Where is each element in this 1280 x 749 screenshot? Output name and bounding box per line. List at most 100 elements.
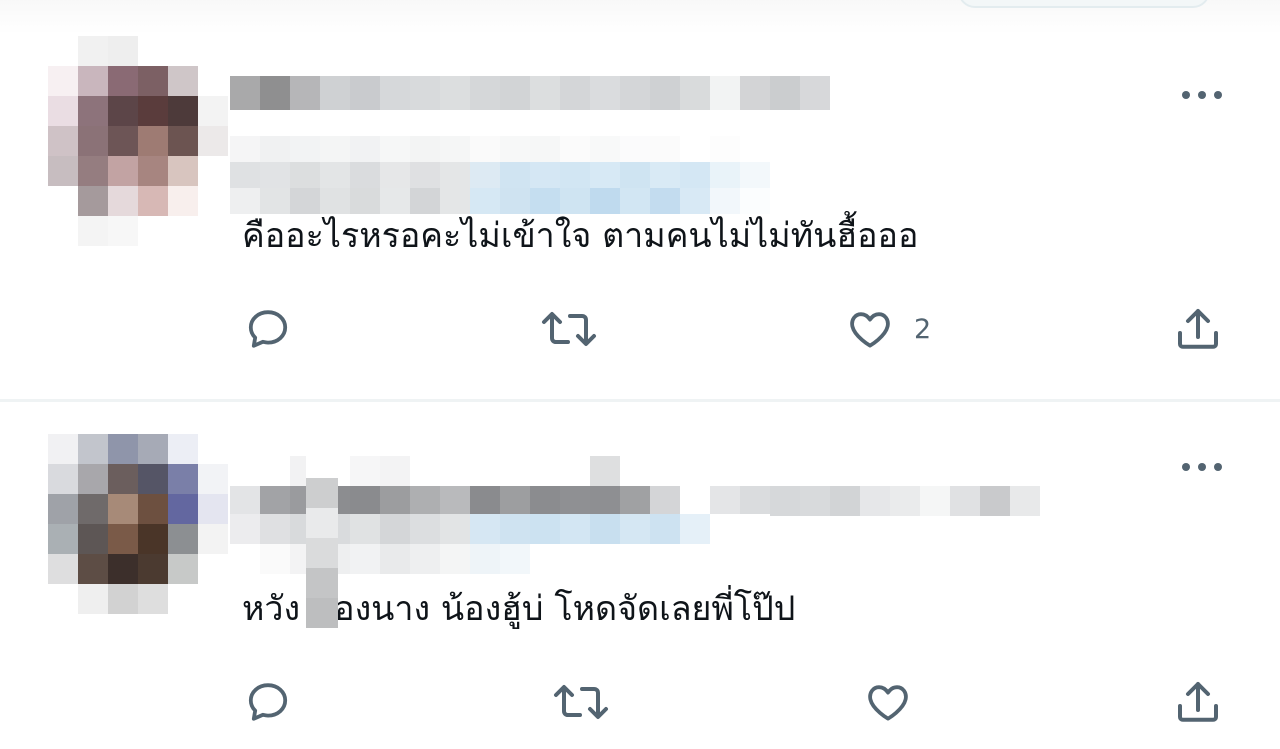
more-options-button[interactable]	[1178, 452, 1226, 482]
mosaic-cell	[860, 456, 890, 486]
mosaic-cell	[168, 216, 198, 246]
mosaic-cell	[440, 136, 470, 162]
mosaic-cell	[230, 514, 260, 544]
mosaic-cell	[230, 162, 260, 188]
mosaic-cell	[260, 456, 290, 486]
mosaic-cell	[560, 162, 590, 188]
mosaic-cell	[138, 96, 168, 126]
mosaic-cell	[260, 76, 290, 110]
mosaic-cell	[380, 544, 410, 574]
mosaic-cell	[78, 584, 108, 614]
mosaic-cell	[78, 36, 108, 66]
mosaic-cell	[650, 162, 680, 188]
mosaic-cell	[440, 544, 470, 574]
like-button[interactable]: 2	[846, 299, 931, 359]
mosaic-cell	[680, 136, 710, 162]
mosaic-cell	[650, 188, 680, 214]
mosaic-cell	[710, 514, 740, 544]
mosaic-cell	[320, 76, 350, 110]
mosaic-cell	[440, 486, 470, 516]
tweet-separator	[0, 399, 1280, 402]
mosaic-cell	[440, 188, 470, 214]
mosaic-cell	[650, 514, 680, 544]
reply-button[interactable]	[244, 672, 292, 732]
mosaic-cell	[680, 162, 710, 188]
mosaic-cell	[590, 544, 620, 574]
mosaic-cell	[470, 136, 500, 162]
mosaic-cell	[710, 162, 740, 188]
mosaic-cell	[108, 36, 138, 66]
mosaic-cell	[138, 494, 168, 524]
retweet-button[interactable]	[538, 299, 600, 359]
mosaic-cell	[48, 216, 78, 246]
mosaic-cell	[920, 456, 950, 486]
mosaic-cell	[680, 544, 710, 574]
mosaic-cell	[530, 456, 560, 486]
more-options-button[interactable]	[1178, 80, 1226, 110]
share-button[interactable]	[1172, 672, 1224, 732]
mosaic-cell	[500, 136, 530, 162]
mosaic-cell	[78, 494, 108, 524]
mosaic-cell	[470, 486, 500, 516]
tweet[interactable]: หวัง น้องนาง น้องฮู้บ่ โหดจัดเลยพี่โป๊ป	[0, 404, 1280, 749]
mosaic-cell	[48, 584, 78, 614]
author-name-blurred[interactable]	[230, 456, 1130, 516]
avatar[interactable]	[48, 404, 228, 614]
mosaic-cell	[1040, 486, 1070, 516]
mosaic-cell	[198, 66, 228, 96]
retweet-button[interactable]	[550, 672, 612, 732]
mosaic-cell	[1070, 486, 1100, 516]
mosaic-cell	[48, 96, 78, 126]
more-icon	[1178, 91, 1226, 99]
mosaic-cell	[168, 434, 198, 464]
mosaic-cell	[48, 156, 78, 186]
mosaic-cell	[710, 136, 740, 162]
mosaic-cell	[350, 136, 380, 162]
avatar[interactable]	[48, 36, 228, 246]
mosaic-cell	[108, 584, 138, 614]
mosaic-cell	[108, 434, 138, 464]
retweet-icon	[542, 312, 596, 346]
reply-icon	[248, 310, 288, 348]
mosaic-cell	[590, 136, 620, 162]
mosaic-cell	[530, 136, 560, 162]
mosaic-cell	[380, 456, 410, 486]
mosaic-cell	[950, 486, 980, 516]
mosaic-cell	[168, 404, 198, 434]
mosaic-cell	[500, 514, 530, 544]
share-button[interactable]	[1172, 299, 1224, 359]
mosaic-cell	[260, 136, 290, 162]
mosaic-cell	[410, 486, 440, 516]
mosaic-cell	[138, 554, 168, 584]
mosaic-cell	[740, 514, 770, 544]
mosaic-cell	[230, 188, 260, 214]
mosaic-cell	[800, 456, 830, 486]
mosaic-cell	[168, 96, 198, 126]
reply-button[interactable]	[244, 299, 292, 359]
mosaic-cell	[198, 494, 228, 524]
mosaic-cell	[500, 76, 530, 110]
mosaic-cell	[620, 544, 650, 574]
mosaic-cell	[860, 486, 890, 516]
mosaic-cell	[168, 36, 198, 66]
mosaic-cell	[740, 162, 770, 188]
tweet[interactable]: คืออะไรหรอคะไม่เข้าใจ ตามคนไม่ไม่ทันฮื้อ…	[0, 36, 1280, 400]
mosaic-cell	[198, 216, 228, 246]
like-button[interactable]	[864, 672, 932, 732]
mosaic-cell	[78, 96, 108, 126]
tweet-actions	[0, 672, 1280, 732]
author-name-blurred[interactable]	[230, 76, 830, 110]
mosaic-cell	[108, 554, 138, 584]
mosaic-cell	[590, 162, 620, 188]
mosaic-cell	[48, 494, 78, 524]
mosaic-cell	[470, 76, 500, 110]
mosaic-cell	[650, 76, 680, 110]
mosaic-cell	[620, 456, 650, 486]
mosaic-cell	[350, 456, 380, 486]
mosaic-cell	[230, 76, 260, 110]
mosaic-cell	[138, 216, 168, 246]
author-handle-blurred[interactable]	[230, 136, 770, 214]
mosaic-cell	[320, 188, 350, 214]
mosaic-cell	[48, 524, 78, 554]
mosaic-cell	[500, 188, 530, 214]
